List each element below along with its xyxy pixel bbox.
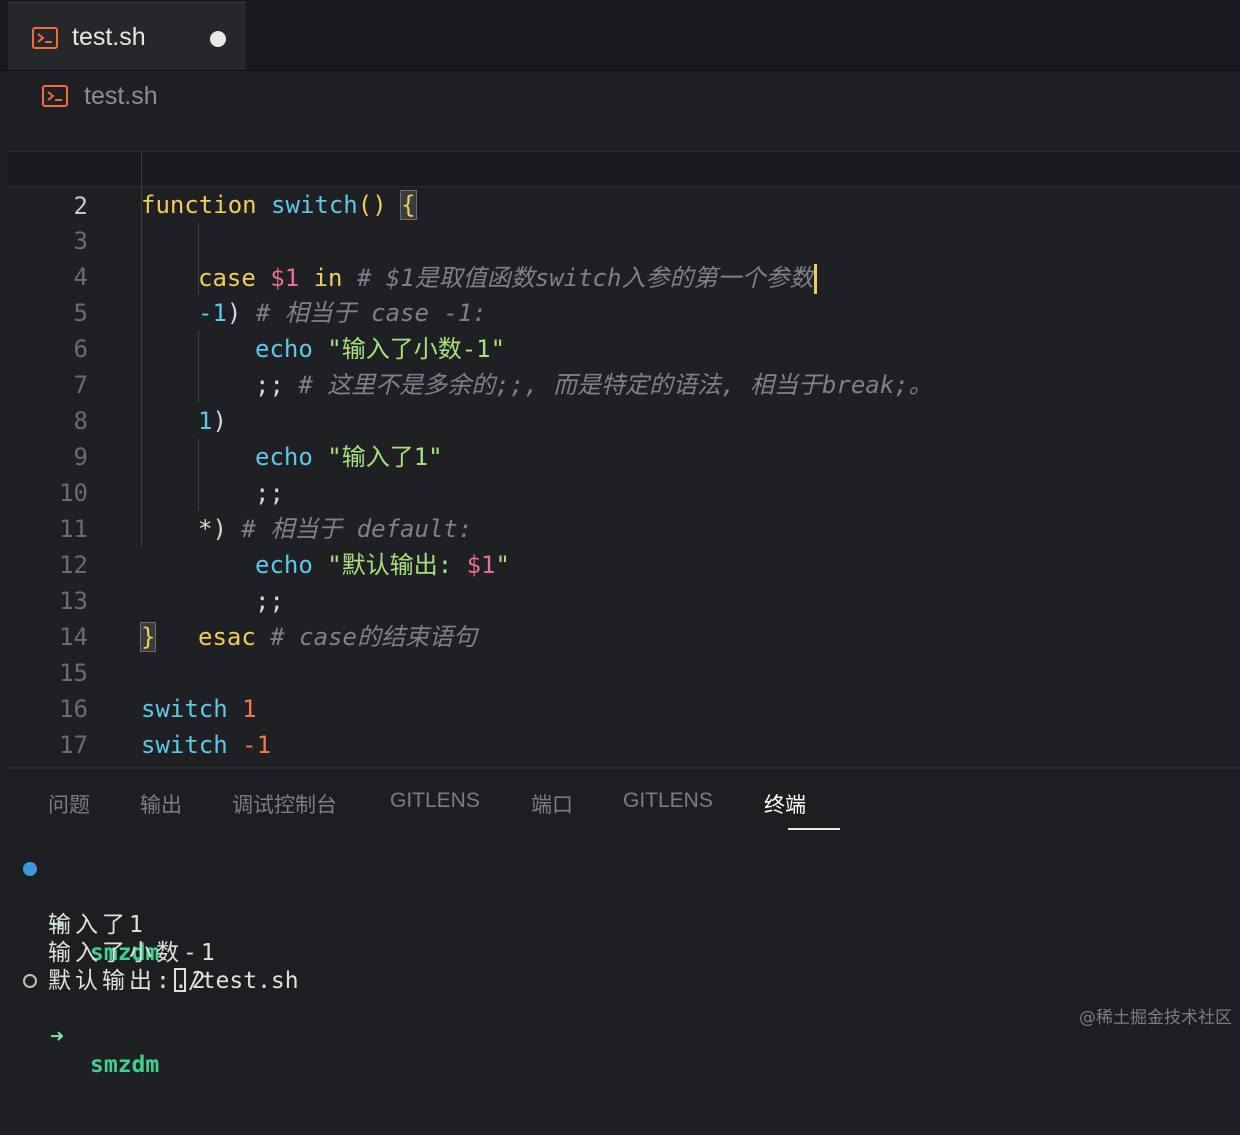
code-line[interactable]: 5 ;; # 这里不是多余的;;, 而是特定的语法, 相当于break;。	[8, 259, 1240, 399]
terminal-line: ➜ smzdm	[8, 967, 186, 1078]
terminal-line: 默认输出: 2	[8, 939, 206, 994]
code-line[interactable]: 3 -1) # 相当于 case -1:	[8, 187, 1240, 327]
tab-filename: test.sh	[72, 23, 146, 51]
bottom-panel: 问题 输出 调试控制台 GITLENS 端口 GITLENS 终端 ➜ smzd…	[8, 769, 1240, 1078]
code-line[interactable]: 18	[8, 727, 1240, 795]
terminal-line: 输入了小数-1	[8, 911, 215, 966]
terminal-cursor	[174, 968, 186, 992]
command-pending-dot-icon[interactable]	[23, 974, 37, 988]
tab-terminal[interactable]: 终端	[764, 789, 806, 819]
code-line[interactable]: 11 ;;	[8, 475, 1240, 615]
code-line[interactable]: 9 *) # 相当于 default:	[8, 403, 1240, 543]
terminal-file-icon	[42, 85, 68, 107]
code-line[interactable]: 17 switch 2	[8, 691, 1240, 795]
code-line[interactable]: 12 esac # case的结束语句	[8, 511, 1240, 651]
terminal-line: 输入了1	[8, 883, 143, 938]
tab-gitlens[interactable]: GITLENS	[390, 789, 480, 813]
code-line[interactable]: 16 switch -1	[8, 655, 1240, 759]
tab-gitlens-2[interactable]: GITLENS	[623, 789, 713, 813]
code-line[interactable]: 10 echo "默认输出: $1"	[8, 439, 1240, 579]
prompt-arrow-icon: ➜	[50, 1024, 64, 1050]
code-line[interactable]: 8 ;;	[8, 367, 1240, 507]
code-line[interactable]: 4 echo "输入了小数-1"	[8, 223, 1240, 363]
code-editor[interactable]: test.sh 1 function switch() { 2 case $1 …	[8, 71, 1240, 795]
tab-output[interactable]: 输出	[140, 789, 182, 819]
code-line[interactable]: 2 case $1 in # $1是取值函数switch入参的第一个参数	[8, 151, 1240, 294]
watermark: @稀土掘金技术社区	[1079, 1008, 1232, 1028]
tab-problems[interactable]: 问题	[48, 789, 90, 819]
prompt-user: smzdm	[90, 1052, 160, 1078]
code-lines[interactable]: 1 function switch() { 2 case $1 in # $1是…	[8, 115, 1240, 795]
code-line[interactable]: 13 }	[8, 547, 1240, 652]
terminal-file-icon	[32, 27, 58, 49]
code-line[interactable]: 6 1)	[8, 295, 1240, 435]
code-line[interactable]: 15 switch 1	[8, 619, 1240, 723]
tab-debug-console[interactable]: 调试控制台	[232, 789, 337, 819]
command-success-dot-icon[interactable]	[23, 862, 37, 876]
code-line[interactable]: 14	[8, 583, 1240, 651]
code-line[interactable]: 1 function switch() {	[8, 115, 1240, 220]
active-tab-indicator	[788, 828, 840, 830]
tab-ports[interactable]: 端口	[531, 789, 573, 819]
editor-tab-test-sh[interactable]: test.sh	[8, 2, 246, 70]
unsaved-dot-icon[interactable]	[210, 31, 226, 47]
editor-tab-bar: test.sh	[0, 0, 1240, 71]
breadcrumb-filename: test.sh	[84, 82, 158, 110]
terminal-line: ➜ smzdm ./test.sh	[8, 855, 299, 994]
code-line[interactable]: 7 echo "输入了1"	[8, 331, 1240, 471]
terminal-output[interactable]: ➜ smzdm ./test.sh 输入了1 输入了小数-1 默认输出: 2 ➜…	[8, 855, 299, 1078]
